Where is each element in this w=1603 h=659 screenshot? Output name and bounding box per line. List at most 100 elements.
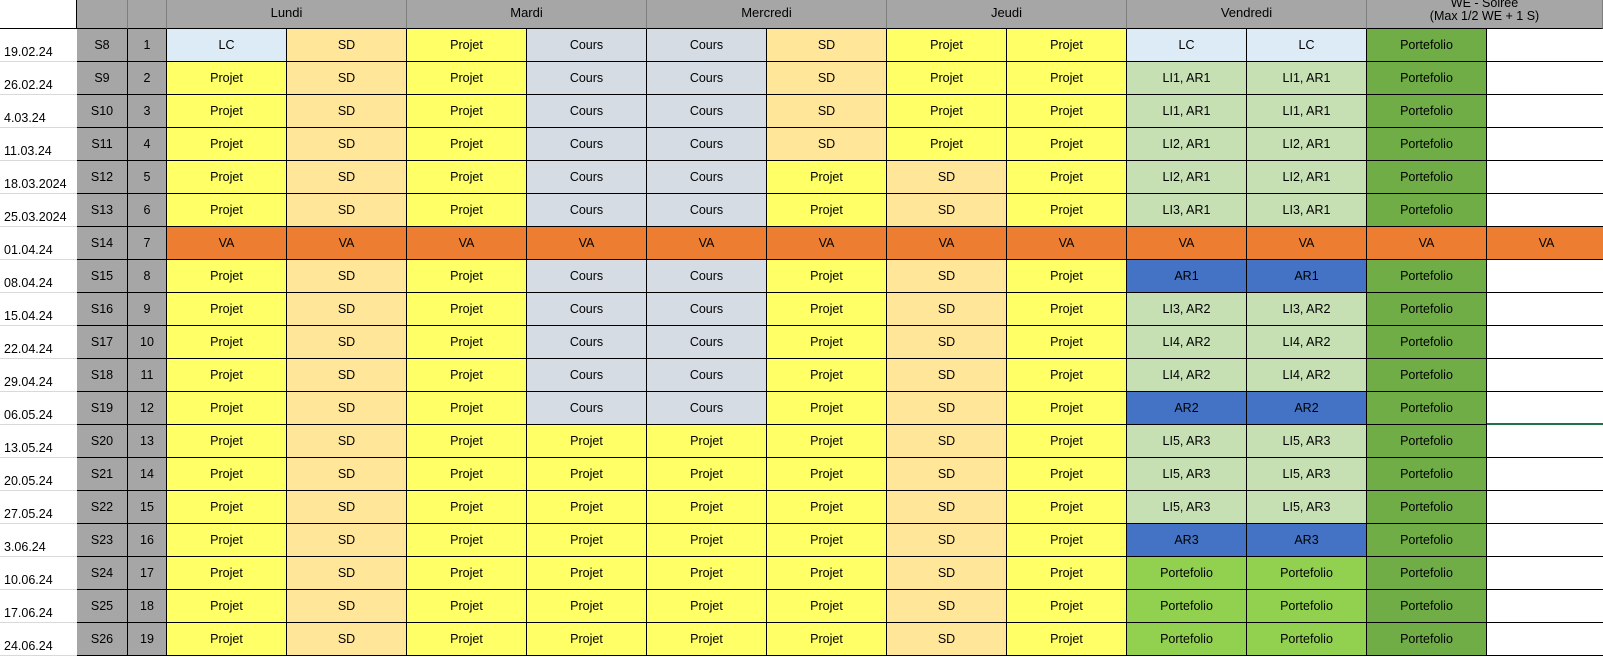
schedule-cell[interactable]: Projet xyxy=(407,95,527,128)
schedule-cell[interactable]: Projet xyxy=(167,260,287,293)
schedule-cell[interactable]: Projet xyxy=(407,458,527,491)
schedule-cell[interactable]: VA xyxy=(1247,227,1367,260)
schedule-cell[interactable]: SD xyxy=(887,458,1007,491)
schedule-cell[interactable]: Projet xyxy=(1007,128,1127,161)
schedule-cell[interactable]: Projet xyxy=(1007,392,1127,425)
schedule-cell[interactable]: Projet xyxy=(767,590,887,623)
schedule-cell[interactable]: Projet xyxy=(1007,161,1127,194)
schedule-cell[interactable]: Projet xyxy=(167,359,287,392)
schedule-cell[interactable]: Projet xyxy=(407,194,527,227)
schedule-cell[interactable]: Projet xyxy=(1007,194,1127,227)
schedule-cell[interactable]: Projet xyxy=(167,392,287,425)
schedule-cell[interactable]: SD xyxy=(767,62,887,95)
schedule-cell[interactable] xyxy=(1487,260,1603,293)
schedule-cell[interactable]: Cours xyxy=(647,161,767,194)
schedule-cell[interactable]: VA xyxy=(167,227,287,260)
schedule-cell[interactable]: LI1, AR1 xyxy=(1127,62,1247,95)
schedule-cell[interactable]: SD xyxy=(287,128,407,161)
week-number-cell[interactable]: 10 xyxy=(128,326,167,359)
schedule-cell[interactable]: AR1 xyxy=(1127,260,1247,293)
schedule-cell[interactable]: Portefolio xyxy=(1127,590,1247,623)
schedule-cell[interactable] xyxy=(1487,590,1603,623)
schedule-cell[interactable]: Portefolio xyxy=(1367,95,1487,128)
schedule-cell[interactable]: LI4, AR2 xyxy=(1247,326,1367,359)
schedule-cell[interactable]: Projet xyxy=(167,557,287,590)
schedule-cell[interactable]: Cours xyxy=(527,29,647,62)
schedule-cell[interactable]: Portefolio xyxy=(1367,491,1487,524)
schedule-cell[interactable]: Projet xyxy=(407,425,527,458)
week-cell[interactable]: S11 xyxy=(77,128,128,161)
date-cell[interactable]: 08.04.24 xyxy=(0,260,77,293)
schedule-cell[interactable]: Portefolio xyxy=(1367,326,1487,359)
schedule-cell[interactable]: Portefolio xyxy=(1367,29,1487,62)
week-cell[interactable]: S24 xyxy=(77,557,128,590)
schedule-cell[interactable]: AR1 xyxy=(1247,260,1367,293)
week-cell[interactable]: S15 xyxy=(77,260,128,293)
week-number-cell[interactable]: 3 xyxy=(128,95,167,128)
schedule-cell[interactable]: Projet xyxy=(167,425,287,458)
header-week-col[interactable] xyxy=(77,0,128,29)
schedule-cell[interactable]: SD xyxy=(287,62,407,95)
week-number-cell[interactable]: 19 xyxy=(128,623,167,656)
schedule-cell[interactable]: Projet xyxy=(1007,29,1127,62)
schedule-cell[interactable]: Projet xyxy=(767,491,887,524)
schedule-cell[interactable]: LC xyxy=(1247,29,1367,62)
schedule-cell[interactable]: VA xyxy=(1007,227,1127,260)
schedule-cell[interactable]: Projet xyxy=(1007,524,1127,557)
header-num-col[interactable] xyxy=(128,0,167,29)
schedule-cell[interactable]: Portefolio xyxy=(1367,62,1487,95)
schedule-cell[interactable]: LI3, AR1 xyxy=(1127,194,1247,227)
schedule-cell[interactable]: LI4, AR2 xyxy=(1127,359,1247,392)
date-cell[interactable]: 17.06.24 xyxy=(0,590,77,623)
schedule-cell[interactable]: VA xyxy=(767,227,887,260)
schedule-cell[interactable]: Cours xyxy=(647,128,767,161)
header-day-jeudi[interactable]: Jeudi xyxy=(887,0,1127,29)
schedule-cell[interactable]: Projet xyxy=(167,623,287,656)
schedule-cell[interactable]: AR2 xyxy=(1247,392,1367,425)
schedule-cell[interactable]: VA xyxy=(527,227,647,260)
schedule-cell[interactable]: SD xyxy=(767,128,887,161)
schedule-cell[interactable]: Cours xyxy=(647,260,767,293)
schedule-cell[interactable]: SD xyxy=(767,29,887,62)
schedule-cell[interactable]: Projet xyxy=(767,359,887,392)
schedule-cell[interactable]: Cours xyxy=(647,326,767,359)
schedule-cell[interactable]: LI4, AR2 xyxy=(1247,359,1367,392)
schedule-cell[interactable]: LC xyxy=(1127,29,1247,62)
schedule-cell[interactable]: LI5, AR3 xyxy=(1247,425,1367,458)
schedule-cell[interactable]: Projet xyxy=(407,29,527,62)
schedule-cell[interactable]: Projet xyxy=(407,590,527,623)
schedule-cell[interactable]: LI3, AR2 xyxy=(1127,293,1247,326)
schedule-cell[interactable]: Projet xyxy=(527,524,647,557)
schedule-cell[interactable]: AR2 xyxy=(1127,392,1247,425)
week-number-cell[interactable]: 4 xyxy=(128,128,167,161)
schedule-cell[interactable]: LI5, AR3 xyxy=(1247,458,1367,491)
schedule-cell[interactable] xyxy=(1487,392,1603,425)
week-cell[interactable]: S19 xyxy=(77,392,128,425)
schedule-cell[interactable]: Projet xyxy=(1007,95,1127,128)
schedule-cell[interactable]: LI1, AR1 xyxy=(1247,62,1367,95)
week-cell[interactable]: S16 xyxy=(77,293,128,326)
date-cell[interactable]: 26.02.24 xyxy=(0,62,77,95)
date-cell[interactable]: 29.04.24 xyxy=(0,359,77,392)
week-cell[interactable]: S26 xyxy=(77,623,128,656)
week-number-cell[interactable]: 5 xyxy=(128,161,167,194)
date-cell[interactable]: 18.03.2024 xyxy=(0,161,77,194)
schedule-cell[interactable]: Projet xyxy=(407,128,527,161)
date-cell[interactable]: 10.06.24 xyxy=(0,557,77,590)
schedule-cell[interactable]: Projet xyxy=(527,491,647,524)
date-cell[interactable]: 20.05.24 xyxy=(0,458,77,491)
schedule-cell[interactable]: LI2, AR1 xyxy=(1247,128,1367,161)
schedule-cell[interactable]: Projet xyxy=(407,293,527,326)
schedule-cell[interactable]: SD xyxy=(887,161,1007,194)
schedule-cell[interactable]: Projet xyxy=(527,623,647,656)
schedule-cell[interactable]: Projet xyxy=(647,623,767,656)
schedule-cell[interactable]: Projet xyxy=(167,491,287,524)
schedule-cell[interactable]: Projet xyxy=(527,590,647,623)
schedule-cell[interactable]: SD xyxy=(287,557,407,590)
schedule-cell[interactable]: Portefolio xyxy=(1367,161,1487,194)
schedule-cell[interactable]: Portefolio xyxy=(1367,458,1487,491)
schedule-cell[interactable]: Projet xyxy=(407,359,527,392)
schedule-cell[interactable]: LC xyxy=(167,29,287,62)
schedule-cell[interactable]: Projet xyxy=(647,524,767,557)
schedule-cell[interactable]: Projet xyxy=(407,392,527,425)
